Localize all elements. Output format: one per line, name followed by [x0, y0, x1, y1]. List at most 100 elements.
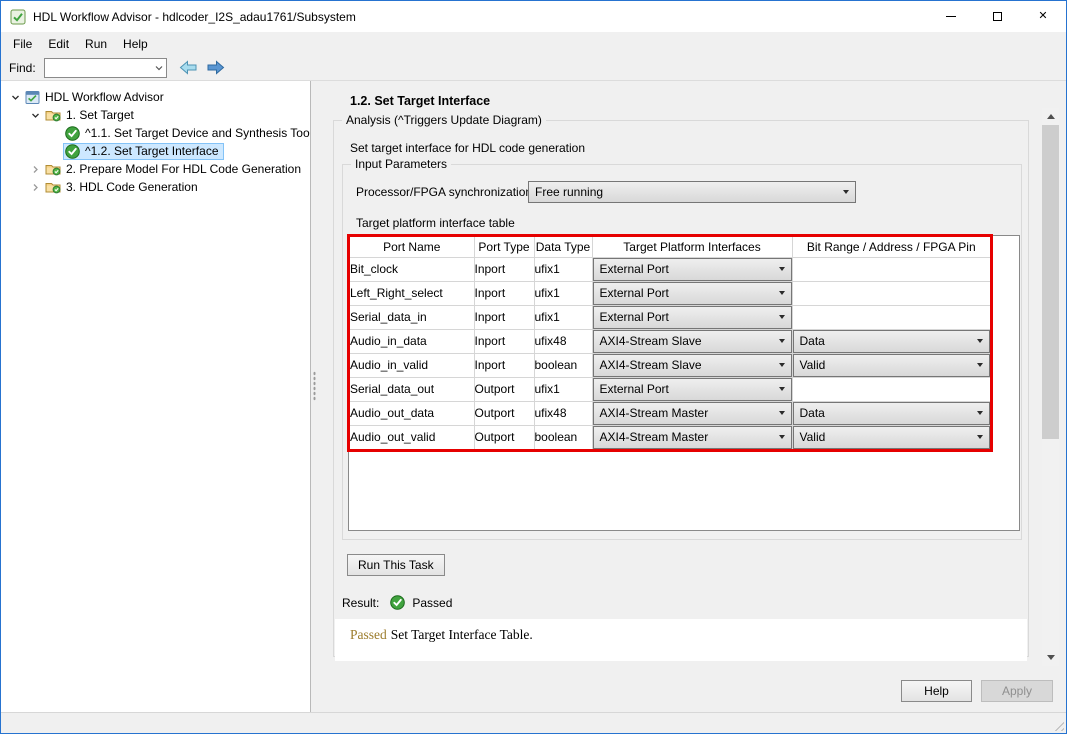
- scrollbar-thumb[interactable]: [1042, 125, 1059, 439]
- interface-dropdown[interactable]: External Port: [593, 258, 792, 281]
- bitrange-dropdown[interactable]: Valid: [793, 426, 991, 449]
- port-type-cell: Inport: [474, 305, 534, 329]
- port-type-cell: Outport: [474, 401, 534, 425]
- tree-item-hdl-workflow-advisor[interactable]: HDL Workflow Advisor: [1, 88, 310, 106]
- table-header-row: Port NamePort TypeData TypeTarget Platfo…: [350, 237, 990, 257]
- interface-dropdown-value: AXI4-Stream Slave: [600, 334, 702, 348]
- tree-item-2-prepare-model-for-hdl-code-generation[interactable]: 2. Prepare Model For HDL Code Generation: [1, 160, 310, 178]
- folder-icon: [45, 162, 61, 176]
- check-icon: [65, 126, 80, 141]
- check-icon: [65, 144, 80, 159]
- input-parameters-label: Input Parameters: [351, 157, 451, 171]
- interface-table: Port NamePort TypeData TypeTarget Platfo…: [350, 237, 990, 449]
- tree-item-1-2-set-target-interface[interactable]: ^1.2. Set Target Interface: [1, 142, 310, 160]
- column-header: Bit Range / Address / FPGA Pin: [792, 237, 990, 257]
- interface-dropdown[interactable]: External Port: [593, 282, 792, 305]
- dropdown-arrow-icon: [779, 315, 785, 319]
- interface-dropdown[interactable]: External Port: [593, 306, 792, 329]
- analysis-group: Analysis (^Triggers Update Diagram) Set …: [333, 120, 1029, 657]
- panel-splitter[interactable]: [311, 81, 319, 712]
- page-title: 1.2. Set Target Interface: [350, 94, 1066, 108]
- menu-bar: FileEditRunHelp: [1, 32, 1066, 55]
- interface-dropdown-value: AXI4-Stream Master: [600, 430, 709, 444]
- interface-dropdown[interactable]: AXI4-Stream Slave: [593, 354, 792, 377]
- port-type-cell: Outport: [474, 425, 534, 449]
- bitrange-dropdown[interactable]: Data: [793, 402, 991, 425]
- tree-expand-toggle[interactable]: [27, 183, 43, 192]
- dropdown-arrow-icon: [977, 363, 983, 367]
- dropdown-arrow-icon: [779, 435, 785, 439]
- bit-range-cell: Data: [792, 329, 990, 353]
- tree-item-label: ^1.1. Set Target Device and Synthesis To…: [85, 125, 311, 142]
- status-bar: [1, 712, 1066, 733]
- minimize-button[interactable]: [928, 1, 974, 32]
- dropdown-arrow-icon: [779, 363, 785, 367]
- folder-icon: [45, 180, 61, 194]
- maximize-button[interactable]: [974, 1, 1020, 32]
- sync-dropdown[interactable]: Free running: [528, 181, 856, 203]
- table-row: Bit_clock Inport ufix1 External Port: [350, 257, 990, 281]
- port-type-cell: Inport: [474, 281, 534, 305]
- dropdown-arrow-icon: [977, 339, 983, 343]
- window-title: HDL Workflow Advisor - hdlcoder_I2S_adau…: [33, 10, 356, 24]
- table-row: Serial_data_in Inport ufix1 External Por…: [350, 305, 990, 329]
- tree-item-1-1-set-target-device-and-synthesis-tool[interactable]: ^1.1. Set Target Device and Synthesis To…: [1, 124, 310, 142]
- bitrange-dropdown-value: Valid: [800, 430, 826, 444]
- interface-dropdown-value: AXI4-Stream Master: [600, 406, 709, 420]
- tree-expand-toggle[interactable]: [27, 111, 43, 120]
- chevron-down-icon: [154, 62, 164, 76]
- interface-dropdown[interactable]: AXI4-Stream Master: [593, 426, 792, 449]
- column-header: Port Type: [474, 237, 534, 257]
- data-type-cell: ufix1: [534, 305, 592, 329]
- port-name-cell: Left_Right_select: [350, 281, 474, 305]
- data-type-cell: ufix1: [534, 257, 592, 281]
- tree-expand-toggle[interactable]: [7, 93, 23, 102]
- menu-file[interactable]: File: [5, 34, 40, 54]
- table-row: Audio_out_valid Outport boolean AXI4-Str…: [350, 425, 990, 449]
- bit-range-cell: Valid: [792, 425, 990, 449]
- interface-dropdown[interactable]: External Port: [593, 378, 792, 401]
- dropdown-arrow-icon: [977, 435, 983, 439]
- menu-help[interactable]: Help: [115, 34, 156, 54]
- tree-item-label: 2. Prepare Model For HDL Code Generation: [66, 161, 301, 178]
- tree-item-1-set-target[interactable]: 1. Set Target: [1, 106, 310, 124]
- resize-grip[interactable]: [1051, 718, 1064, 731]
- port-name-cell: Audio_in_data: [350, 329, 474, 353]
- highlight-red-box: Port NamePort TypeData TypeTarget Platfo…: [347, 234, 993, 452]
- table-row: Audio_out_data Outport ufix48 AXI4-Strea…: [350, 401, 990, 425]
- find-label: Find:: [9, 61, 36, 75]
- interface-dropdown[interactable]: AXI4-Stream Slave: [593, 330, 792, 353]
- bit-range-cell: [792, 281, 990, 305]
- bit-range-cell: Data: [792, 401, 990, 425]
- tree-item-label: ^1.2. Set Target Interface: [85, 143, 219, 160]
- data-type-cell: ufix1: [534, 281, 592, 305]
- menu-run[interactable]: Run: [77, 34, 115, 54]
- help-button[interactable]: Help: [901, 680, 972, 702]
- folder-icon: [45, 108, 61, 122]
- tree-item-3-hdl-code-generation[interactable]: 3. HDL Code Generation: [1, 178, 310, 196]
- vertical-scrollbar[interactable]: [1042, 108, 1059, 666]
- bitrange-dropdown[interactable]: Data: [793, 330, 991, 353]
- close-button[interactable]: ✕: [1020, 1, 1066, 32]
- find-next-button[interactable]: [205, 58, 227, 78]
- table-row: Audio_in_data Inport ufix48 AXI4-Stream …: [350, 329, 990, 353]
- port-type-cell: Inport: [474, 329, 534, 353]
- apply-button[interactable]: Apply: [981, 680, 1053, 702]
- tree-expand-toggle[interactable]: [27, 165, 43, 174]
- data-type-cell: boolean: [534, 425, 592, 449]
- find-input[interactable]: [44, 58, 167, 78]
- dropdown-arrow-icon: [779, 291, 785, 295]
- dropdown-arrow-icon: [977, 411, 983, 415]
- data-type-cell: ufix48: [534, 329, 592, 353]
- find-previous-button[interactable]: [178, 58, 200, 78]
- scroll-up-button[interactable]: [1042, 108, 1059, 125]
- menu-edit[interactable]: Edit: [40, 34, 77, 54]
- scroll-down-button[interactable]: [1042, 649, 1059, 666]
- close-icon: ✕: [1038, 11, 1047, 22]
- result-message-text: Set Target Interface Table.: [391, 627, 533, 642]
- run-task-button[interactable]: Run This Task: [347, 554, 445, 576]
- bitrange-dropdown[interactable]: Valid: [793, 354, 991, 377]
- interface-dropdown-value: AXI4-Stream Slave: [600, 358, 702, 372]
- scrollbar-track[interactable]: [1042, 125, 1059, 649]
- interface-dropdown[interactable]: AXI4-Stream Master: [593, 402, 792, 425]
